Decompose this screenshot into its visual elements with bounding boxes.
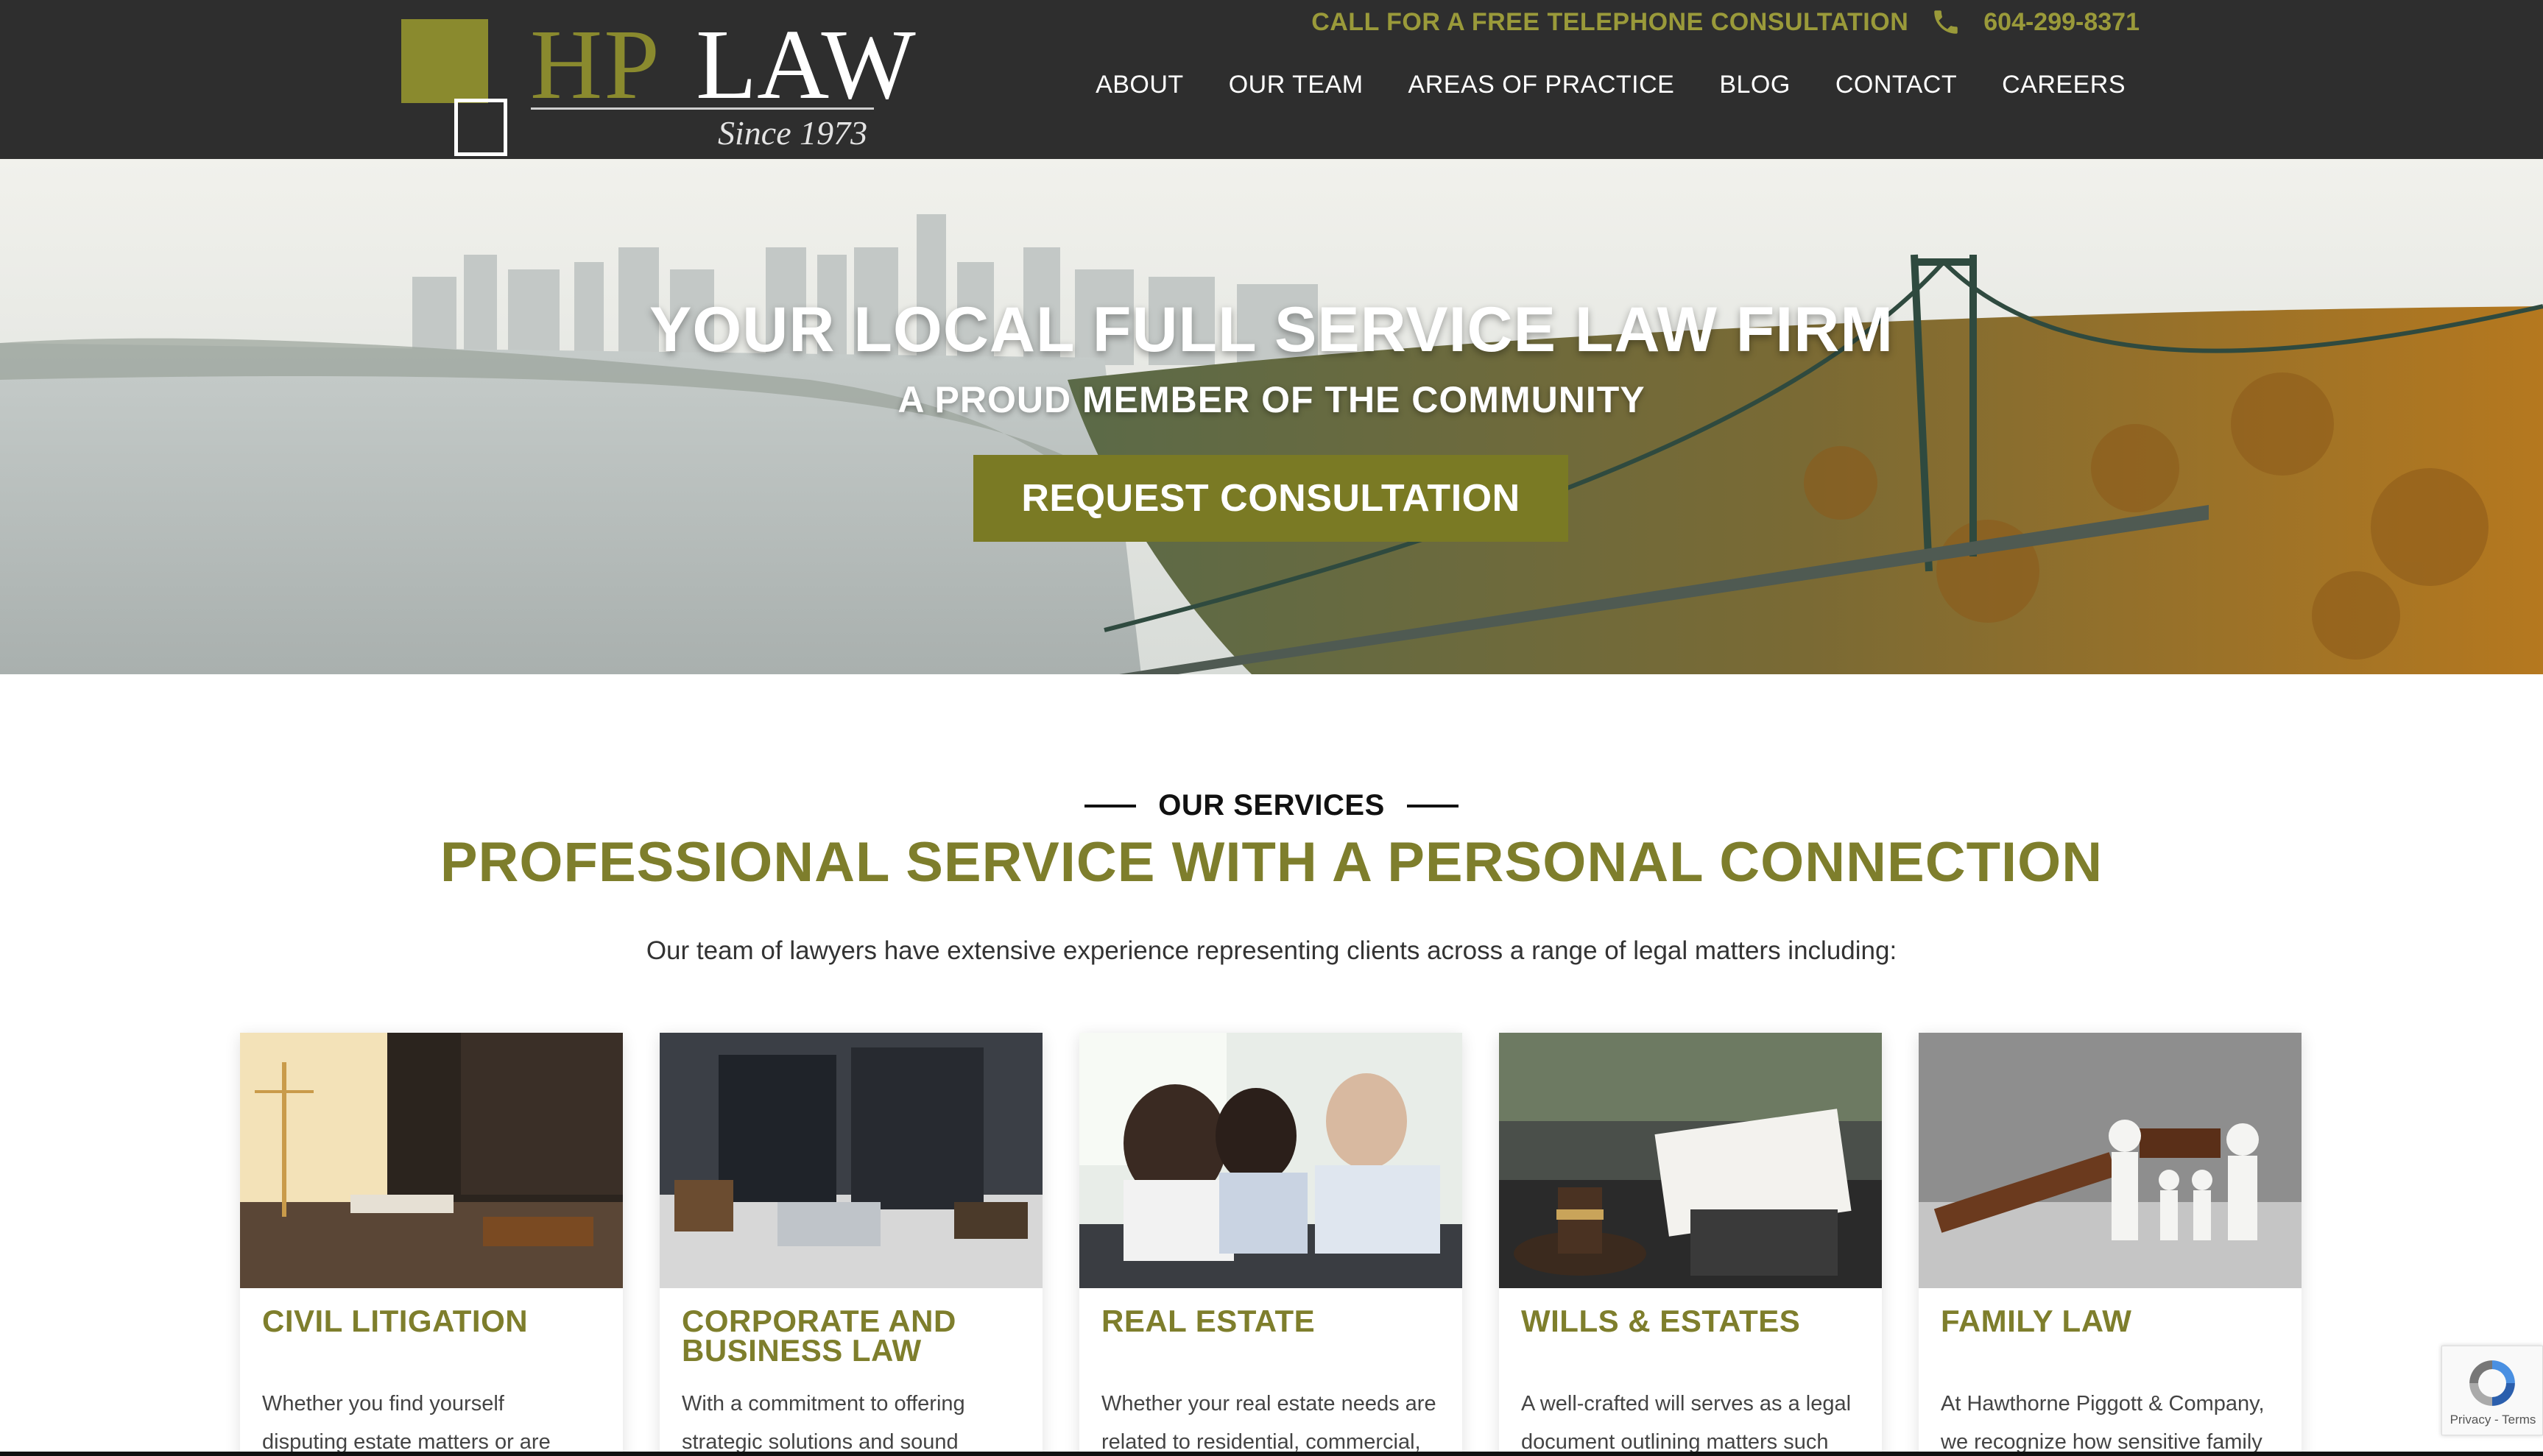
card-text-line: A well-crafted will serves as a legal <box>1521 1392 1852 1416</box>
logo-rule <box>531 107 874 110</box>
card-text-line: Whether your real estate needs are <box>1101 1392 1436 1416</box>
recaptcha-icon <box>2469 1360 2515 1406</box>
service-card-family-law[interactable]: FAMILY LAW At Hawthorne Piggott & Compan… <box>1919 1033 2302 1456</box>
hero-title: YOUR LOCAL FULL SERVICE LAW FIRM <box>649 294 1894 365</box>
site-header: HP LAW Since 1973 CALL FOR A FREE TELEPH… <box>0 0 2543 159</box>
services-eyebrow-text: OUR SERVICES <box>1158 789 1385 821</box>
card-text: A well-crafted will serves as a legal do… <box>1521 1385 1867 1456</box>
card-text: Whether your real estate needs are relat… <box>1101 1385 1447 1456</box>
consultation-cta: CALL FOR A FREE TELEPHONE CONSULTATION <box>1311 7 1909 36</box>
card-text: At Hawthorne Piggott & Company, we recog… <box>1941 1385 2287 1456</box>
nav-blog[interactable]: BLOG <box>1719 71 1790 99</box>
service-card-corporate-business-law[interactable]: CORPORATE AND BUSINESS LAW With a commit… <box>660 1033 1043 1456</box>
request-consultation-button[interactable]: REQUEST CONSULTATION <box>973 455 1568 542</box>
services-cards: CIVIL LITIGATION Whether you find yourse… <box>240 1033 2302 1456</box>
recaptcha-links[interactable]: Privacy - Terms <box>2442 1413 2543 1427</box>
card-title: REAL ESTATE <box>1101 1304 1316 1338</box>
recaptcha-badge[interactable]: Privacy - Terms <box>2441 1346 2543 1435</box>
window-bottom-edge <box>0 1452 2543 1456</box>
main-nav: ABOUT OUR TEAM AREAS OF PRACTICE BLOG CO… <box>1096 71 2126 99</box>
services-title: PROFESSIONAL SERVICE WITH A PERSONAL CON… <box>440 831 2103 894</box>
service-card-real-estate[interactable]: REAL ESTATE Whether your real estate nee… <box>1079 1033 1462 1456</box>
nav-our-team[interactable]: OUR TEAM <box>1229 71 1364 99</box>
card-title: FAMILY LAW <box>1941 1304 2132 1338</box>
civil-litigation-image <box>240 1033 623 1288</box>
logo-law-text: LAW <box>696 10 916 120</box>
service-card-wills-estates[interactable]: WILLS & ESTATES A well-crafted will serv… <box>1499 1033 1882 1456</box>
hero-subtitle: A PROUD MEMBER OF THE COMMUNITY <box>897 379 1646 420</box>
logo-hp-text: HP <box>530 10 661 120</box>
hp-law-logo[interactable]: HP LAW Since 1973 <box>401 15 916 156</box>
wills-estates-image <box>1499 1033 1882 1288</box>
logo-since-text: Since 1973 <box>718 114 868 152</box>
nav-careers[interactable]: CAREERS <box>2002 71 2126 99</box>
card-text: With a commitment to offering strategic … <box>682 1385 1028 1456</box>
services-eyebrow: OUR SERVICES <box>0 789 2543 822</box>
real-estate-image <box>1079 1033 1462 1288</box>
family-law-image <box>1919 1033 2302 1288</box>
service-card-civil-litigation[interactable]: CIVIL LITIGATION Whether you find yourse… <box>240 1033 623 1456</box>
corporate-law-image <box>660 1033 1043 1288</box>
card-text: Whether you find yourself disputing esta… <box>262 1385 608 1456</box>
card-title: CIVIL LITIGATION <box>262 1304 529 1338</box>
phone-icon <box>1934 10 1958 34</box>
nav-contact[interactable]: CONTACT <box>1835 71 1957 99</box>
card-title: WILLS & ESTATES <box>1521 1304 1801 1338</box>
card-text-line: With a commitment to offering <box>682 1392 965 1416</box>
nav-about[interactable]: ABOUT <box>1096 71 1184 99</box>
nav-areas-of-practice[interactable]: AREAS OF PRACTICE <box>1408 71 1675 99</box>
card-text-line: At Hawthorne Piggott & Company, <box>1941 1392 2265 1416</box>
hero-banner: YOUR LOCAL FULL SERVICE LAW FIRM A PROUD… <box>0 159 2543 674</box>
logo-square-outline <box>454 99 507 156</box>
logo-square-fill <box>401 19 488 103</box>
consultation-bar: CALL FOR A FREE TELEPHONE CONSULTATION 6… <box>1311 7 2140 37</box>
services-intro: Our team of lawyers have extensive exper… <box>646 936 1897 965</box>
card-title: CORPORATE AND BUSINESS LAW <box>682 1304 956 1368</box>
eyebrow-line-right <box>1406 804 1459 807</box>
eyebrow-line-left <box>1084 804 1137 807</box>
card-text-line: Whether you find yourself <box>262 1392 504 1416</box>
phone-number-link[interactable]: 604-299-8371 <box>1983 8 2140 37</box>
